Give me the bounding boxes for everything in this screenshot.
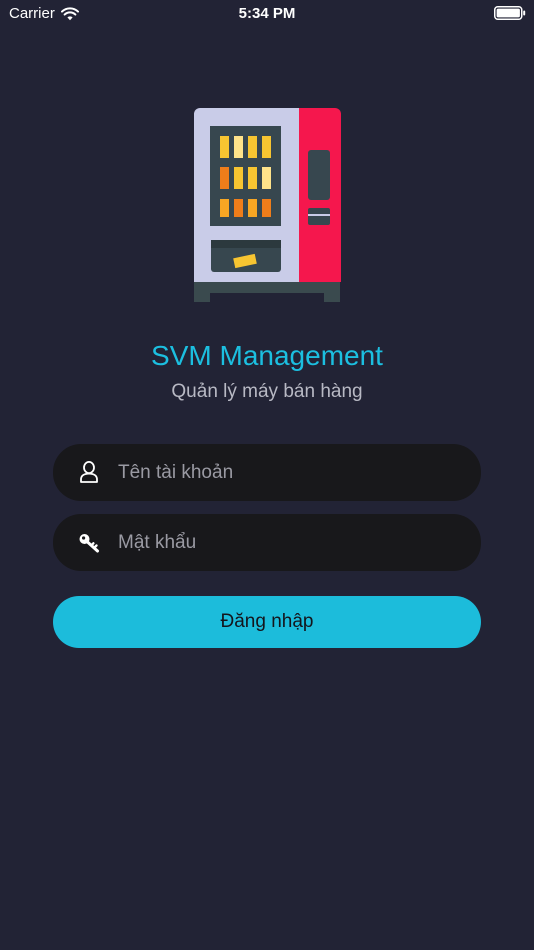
app-title: SVM Management <box>151 340 383 371</box>
key-icon <box>79 534 99 553</box>
app-subtitle: Quản lý máy bán hàng <box>171 381 363 402</box>
login-button[interactable]: Đăng nhập <box>53 596 481 648</box>
status-bar: Carrier 5:34 PM <box>0 0 534 28</box>
battery-icon <box>494 6 526 20</box>
username-field[interactable] <box>53 444 481 501</box>
vending-machine-icon <box>194 108 341 302</box>
password-input[interactable] <box>118 514 458 571</box>
password-field[interactable] <box>53 514 481 571</box>
username-input[interactable] <box>118 444 458 501</box>
status-time: 5:34 PM <box>238 5 296 22</box>
user-icon <box>80 461 98 483</box>
